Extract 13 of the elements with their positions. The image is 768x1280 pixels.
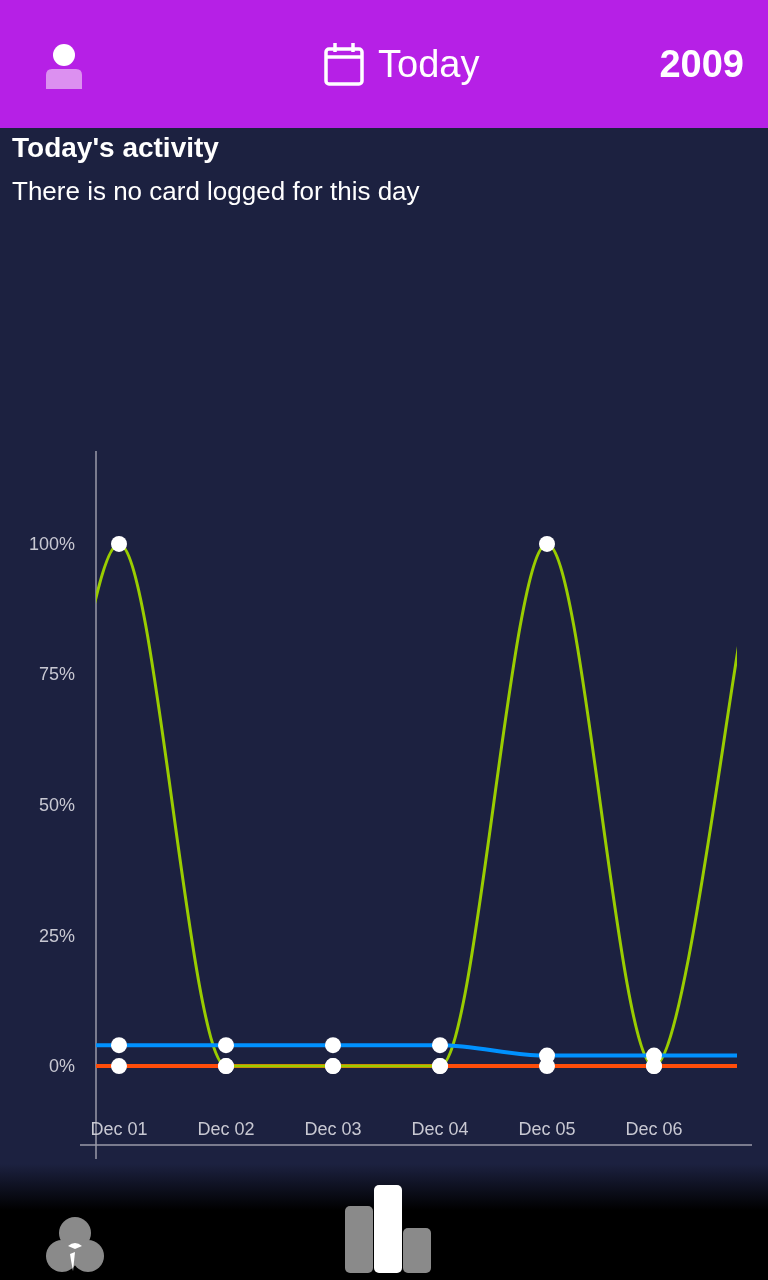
- section-heading: Today's activity: [12, 132, 220, 164]
- axis-tick-label: 100%: [28, 533, 75, 554]
- axis-tick-label: 50%: [38, 795, 75, 815]
- axis-tick-label: Dec 01: [90, 1119, 148, 1139]
- axis-tick-label: Dec 02: [197, 1119, 255, 1139]
- axis-tick-label: 25%: [38, 925, 75, 946]
- axis-tick-label: Dec 04: [411, 1119, 469, 1139]
- axis-tick-label: 75%: [38, 664, 75, 685]
- axis-tick-label: Dec 06: [625, 1119, 683, 1139]
- axis-tick-label: Dec 03: [304, 1119, 362, 1139]
- empty-message: There is no card logged for this day: [12, 176, 421, 207]
- axis-tick-label: Dec 05: [518, 1119, 576, 1139]
- axis-tick-label: 0%: [49, 1056, 75, 1077]
